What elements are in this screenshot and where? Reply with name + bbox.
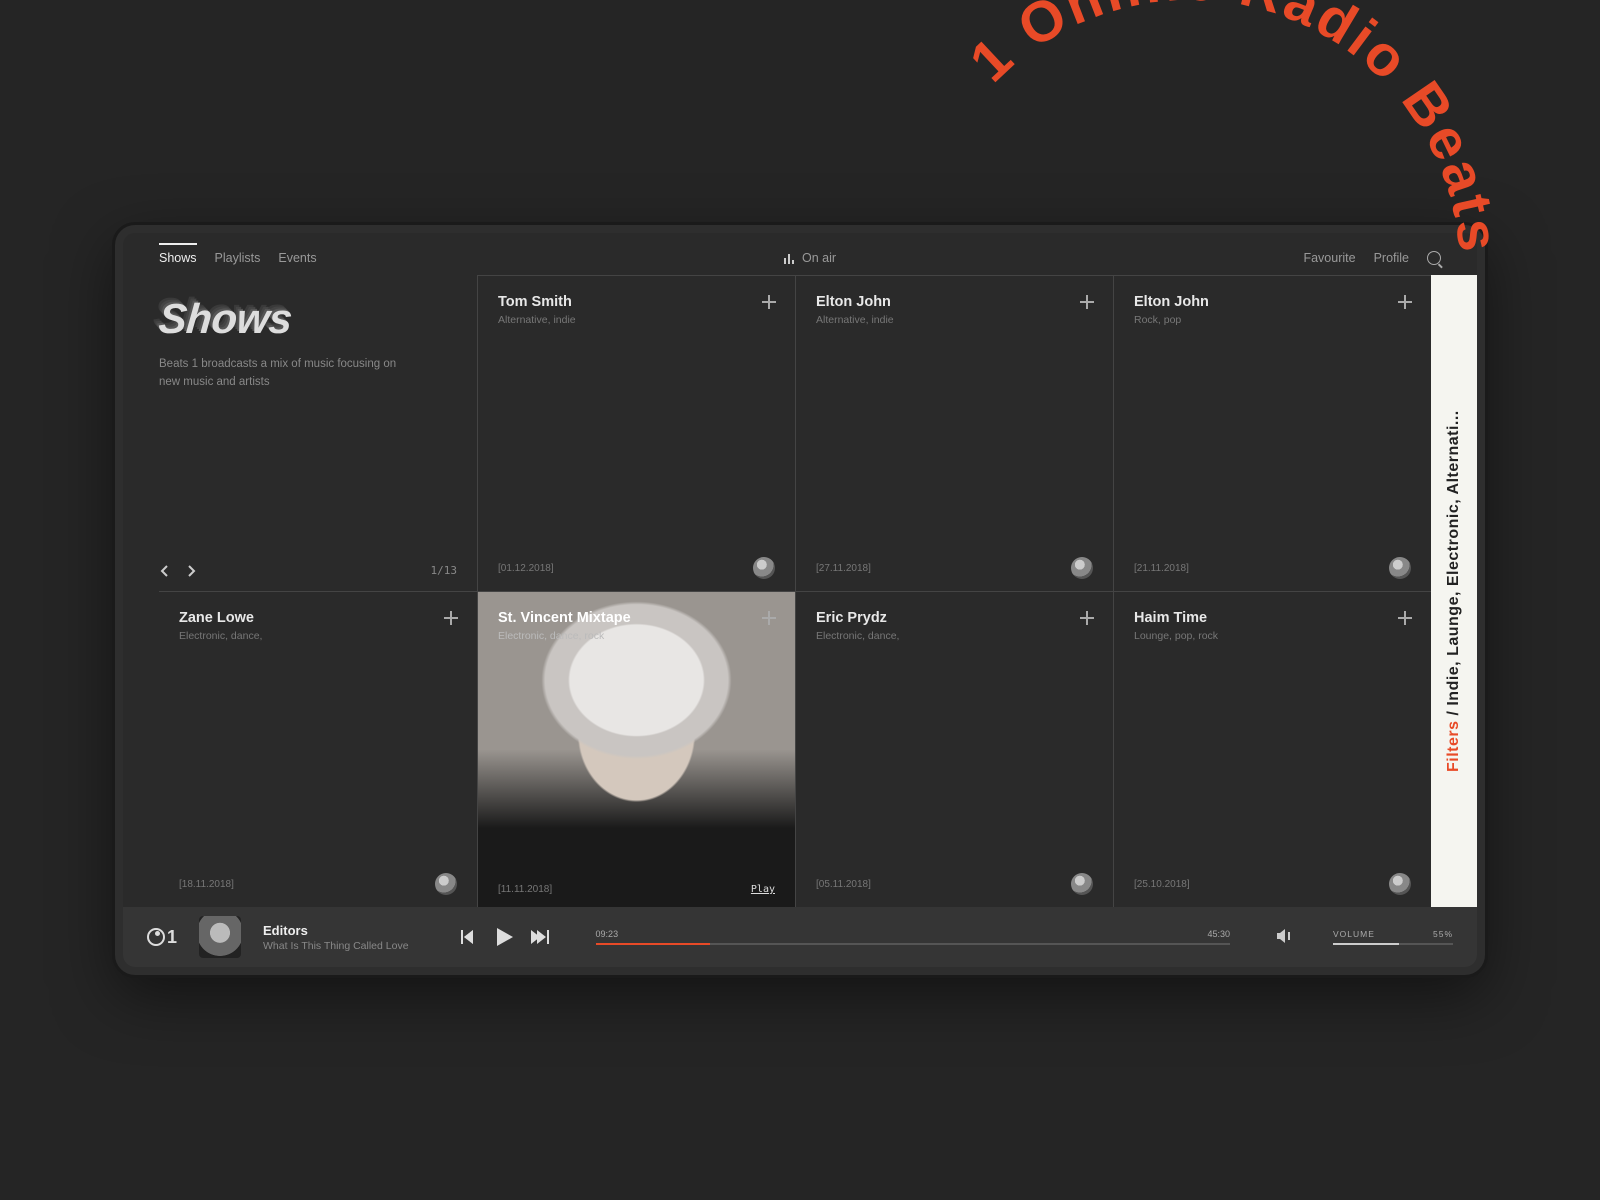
- card-genre: Electronic, dance, rock: [498, 630, 775, 642]
- volume-slider[interactable]: VOLUME 55%: [1333, 929, 1453, 945]
- prev-arrow-icon[interactable]: [159, 565, 171, 577]
- on-air-label: On air: [802, 251, 836, 265]
- add-icon[interactable]: [761, 610, 777, 626]
- show-card[interactable]: Eric Prydz Electronic, dance, [05.11.201…: [795, 591, 1113, 907]
- avatar: [1071, 557, 1093, 579]
- show-card[interactable]: Tom Smith Alternative, indie [01.12.2018…: [477, 275, 795, 591]
- prev-track-icon[interactable]: [461, 930, 479, 944]
- card-date: [18.11.2018]: [179, 879, 234, 890]
- card-genre: Alternative, indie: [498, 314, 775, 326]
- next-track-icon[interactable]: [531, 930, 549, 944]
- card-date: [05.11.2018]: [816, 879, 871, 890]
- card-date: [25.10.2018]: [1134, 879, 1190, 890]
- card-title: Elton John: [816, 294, 1093, 310]
- nav-favourite[interactable]: Favourite: [1303, 251, 1355, 265]
- card-date: [27.11.2018]: [816, 563, 871, 574]
- add-icon[interactable]: [1079, 294, 1095, 310]
- track-title: What Is This Thing Called Love: [263, 940, 409, 952]
- tab-events[interactable]: Events: [278, 251, 316, 265]
- time-total: 45:30: [1207, 929, 1230, 939]
- nav-profile[interactable]: Profile: [1374, 251, 1409, 265]
- volume-label: VOLUME: [1333, 929, 1375, 939]
- tab-shows[interactable]: Shows: [159, 243, 197, 265]
- card-title: Eric Prydz: [816, 610, 1093, 626]
- card-title: St. Vincent Mixtape: [498, 610, 775, 626]
- track-thumbnail: [199, 916, 241, 958]
- avatar: [1389, 557, 1411, 579]
- player-bar: 1 Editors What Is This Thing Called Love…: [123, 907, 1477, 967]
- brand-logo: 1: [147, 927, 177, 948]
- search-icon[interactable]: [1427, 251, 1441, 265]
- on-air-indicator: On air: [784, 251, 836, 265]
- page-title: Shows: [157, 295, 294, 343]
- card-title: Tom Smith: [498, 294, 775, 310]
- show-card[interactable]: Zane Lowe Electronic, dance, [18.11.2018…: [159, 591, 477, 907]
- add-icon[interactable]: [761, 294, 777, 310]
- tab-playlists[interactable]: Playlists: [215, 251, 261, 265]
- avatar: [435, 873, 457, 895]
- add-icon[interactable]: [1397, 610, 1413, 626]
- card-date: [11.11.2018]: [498, 884, 552, 895]
- card-title: Haim Time: [1134, 610, 1411, 626]
- equalizer-icon: [784, 253, 794, 264]
- device-frame: Shows Playlists Events On air Favourite …: [115, 225, 1485, 975]
- show-card[interactable]: Haim Time Lounge, pop, rock [25.10.2018]: [1113, 591, 1431, 907]
- progress-bar[interactable]: 09:23 45:30: [596, 929, 1230, 945]
- svg-text:1 Online Radio Beats: 1 Online Radio Beats: [958, 0, 1511, 257]
- add-icon[interactable]: [1079, 610, 1095, 626]
- card-genre: Electronic, dance,: [179, 630, 457, 642]
- time-elapsed: 09:23: [596, 929, 619, 939]
- card-genre: Alternative, indie: [816, 314, 1093, 326]
- card-genre: Lounge, pop, rock: [1134, 630, 1411, 642]
- topbar: Shows Playlists Events On air Favourite …: [123, 233, 1477, 275]
- track-artist: Editors: [263, 923, 409, 938]
- avatar: [753, 557, 775, 579]
- next-arrow-icon[interactable]: [185, 565, 197, 577]
- show-card-featured[interactable]: St. Vincent Mixtape Electronic, dance, r…: [477, 591, 795, 907]
- avatar: [1389, 873, 1411, 895]
- hero-panel: Shows Beats 1 broadcasts a mix of music …: [159, 275, 477, 591]
- card-date: [21.11.2018]: [1134, 563, 1189, 574]
- nav-tabs: Shows Playlists Events: [159, 251, 317, 265]
- volume-icon[interactable]: [1277, 929, 1293, 946]
- card-genre: Electronic, dance,: [816, 630, 1093, 642]
- show-card[interactable]: Elton John Rock, pop [21.11.2018]: [1113, 275, 1431, 591]
- card-title: Elton John: [1134, 294, 1411, 310]
- page-counter: 1/13: [431, 564, 458, 577]
- add-icon[interactable]: [1397, 294, 1413, 310]
- play-link[interactable]: Play: [751, 884, 775, 895]
- page-subtitle: Beats 1 broadcasts a mix of music focusi…: [159, 355, 399, 392]
- volume-percent: 55%: [1433, 929, 1453, 939]
- play-icon[interactable]: [497, 928, 513, 946]
- card-date: [01.12.2018]: [498, 563, 554, 574]
- avatar: [1071, 873, 1093, 895]
- card-title: Zane Lowe: [179, 610, 457, 626]
- card-genre: Rock, pop: [1134, 314, 1411, 326]
- filters-sidebar[interactable]: Filters / Indie, Launge, Electronic, Alt…: [1431, 275, 1477, 907]
- add-icon[interactable]: [443, 610, 459, 626]
- show-card[interactable]: Elton John Alternative, indie [27.11.201…: [795, 275, 1113, 591]
